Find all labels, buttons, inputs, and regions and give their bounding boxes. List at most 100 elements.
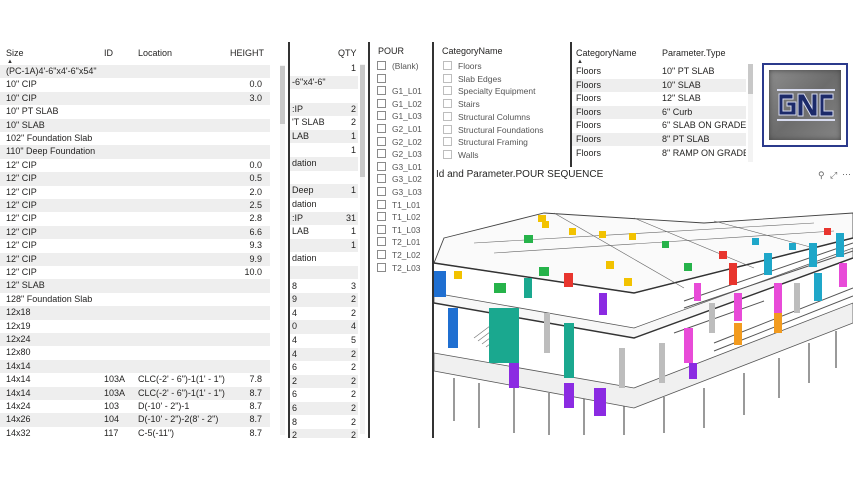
checkbox[interactable] — [377, 61, 386, 70]
checkbox[interactable] — [377, 224, 386, 234]
category-option[interactable]: Walls — [443, 149, 478, 162]
pour-option[interactable]: G2_L02 — [377, 136, 422, 149]
pour-option[interactable]: G1_L01 — [377, 85, 422, 98]
checkbox[interactable] — [443, 73, 452, 83]
table-row[interactable] — [290, 89, 358, 102]
table-row[interactable]: 14x14 — [0, 359, 270, 374]
checkbox[interactable] — [443, 99, 452, 109]
category-option[interactable]: Structural Framing — [443, 136, 528, 149]
size-table-scroll-thumb[interactable] — [280, 66, 285, 124]
table-row[interactable]: 12" SLAB — [0, 279, 270, 293]
table-row[interactable]: (PC-1A)4'-6"x4'-6"x54" — [0, 65, 270, 79]
pour-option[interactable]: T1_L01 — [377, 199, 420, 212]
table-row[interactable]: Deep 1 — [290, 184, 358, 198]
checkbox[interactable] — [377, 124, 386, 133]
checkbox[interactable] — [377, 237, 386, 247]
table-row[interactable]: 42 — [290, 347, 358, 361]
building-model[interactable] — [434, 183, 853, 438]
pour-option[interactable]: G3_L01 — [377, 161, 422, 174]
table-row[interactable]: 14x24 103 D(-10' - 2")-1 8.7 — [0, 400, 270, 413]
pour-option[interactable]: T2_L01 — [377, 236, 420, 249]
table-row[interactable]: 10" PT SLAB — [0, 105, 270, 118]
table-row[interactable]: 14x32 117 C-5(-11") 8.7 — [0, 427, 270, 438]
table-row[interactable]: 62 — [290, 361, 358, 374]
table-row[interactable]: 83 — [290, 280, 358, 293]
type-column-header[interactable]: Parameter.Type — [662, 48, 726, 58]
table-row[interactable]: 10" CIP 0.0 — [0, 78, 270, 91]
table-row[interactable] — [290, 171, 358, 184]
parameter-table-scroll-thumb[interactable] — [748, 64, 753, 94]
table-row[interactable]: 12x18 — [0, 306, 270, 320]
checkbox[interactable] — [377, 73, 386, 83]
size-column-header[interactable]: Size — [6, 48, 24, 58]
checkbox[interactable] — [443, 137, 452, 147]
pour-option[interactable]: G2_L01 — [377, 123, 422, 136]
category-option[interactable]: Structural Foundations — [443, 124, 544, 137]
model-view[interactable]: Id and Parameter.POUR SEQUENCE ⚲ ⤢ ⋯ — [434, 168, 853, 438]
pour-option[interactable]: G3_L03 — [377, 186, 422, 199]
checkbox[interactable] — [377, 149, 386, 159]
pour-option[interactable]: T1_L03 — [377, 224, 420, 237]
checkbox[interactable] — [377, 250, 386, 259]
table-row[interactable]: 12x19 — [0, 320, 270, 333]
table-row[interactable]: 1 — [290, 238, 358, 253]
table-row[interactable]: 12x24 — [0, 333, 270, 347]
table-row[interactable]: 12" CIP 0.0 — [0, 159, 270, 172]
pour-option[interactable]: G3_L02 — [377, 173, 422, 186]
qty-column-header[interactable]: QTY — [338, 48, 357, 58]
table-row[interactable]: Floors 8" PT SLAB — [572, 133, 746, 147]
pour-option[interactable]: G1_L02 — [377, 98, 422, 111]
table-row[interactable]: 12" CIP 9.9 — [0, 252, 270, 266]
table-row[interactable]: 10" SLAB — [0, 118, 270, 132]
checkbox[interactable] — [377, 174, 386, 184]
table-row[interactable]: 1 — [290, 144, 358, 157]
table-row[interactable]: 10" CIP 3.0 — [0, 91, 270, 106]
more-options-icon[interactable]: ⋯ — [842, 169, 851, 179]
table-row[interactable]: 12" CIP 0.5 — [0, 172, 270, 186]
table-row[interactable]: 'T SLAB 2 — [290, 116, 358, 129]
table-row[interactable]: 62 — [290, 388, 358, 401]
table-row[interactable]: 1 — [290, 62, 358, 75]
table-row[interactable]: 22 — [290, 374, 358, 389]
checkbox[interactable] — [443, 124, 452, 134]
pour-option[interactable] — [377, 73, 392, 86]
category-column-header[interactable]: CategoryName — [576, 48, 637, 58]
table-row[interactable]: 62 — [290, 402, 358, 416]
category-option[interactable]: Stairs — [443, 98, 480, 111]
checkbox[interactable] — [443, 86, 452, 96]
table-row[interactable]: 110" Deep Foundation — [0, 145, 270, 159]
size-table-scrollbar[interactable] — [280, 65, 285, 435]
filter-icon[interactable]: ⚲ — [818, 170, 825, 180]
height-column-header[interactable]: HEIGHT — [230, 48, 264, 58]
table-row[interactable]: 12" CIP 10.0 — [0, 266, 270, 279]
table-row[interactable]: Floors 12" SLAB — [572, 92, 746, 105]
table-row[interactable]: 22 — [290, 429, 358, 438]
checkbox[interactable] — [377, 199, 386, 209]
table-row[interactable]: 14x14 103A CLC(-2' - 6")-1(1' - 1") 7.8 — [0, 373, 270, 386]
table-row[interactable]: dation — [290, 252, 358, 265]
table-row[interactable]: 14x26 104 D(-10' - 2")-2(8' - 2") 8.7 — [0, 413, 270, 427]
pour-option[interactable]: G1_L03 — [377, 110, 422, 123]
table-row[interactable]: 42 — [290, 307, 358, 320]
table-row[interactable]: 14x14 103A CLC(-2' - 6")-1(1' - 1") 8.7 — [0, 386, 270, 400]
pour-option[interactable]: T2_L03 — [377, 262, 420, 275]
location-column-header[interactable]: Location — [138, 48, 172, 58]
table-row[interactable]: :IP 2 — [290, 102, 358, 117]
checkbox[interactable] — [377, 187, 386, 196]
table-row[interactable]: Floors 8" RAMP ON GRADE — [572, 147, 746, 160]
table-row[interactable]: 12" CIP 2.0 — [0, 186, 270, 199]
checkbox[interactable] — [443, 111, 452, 121]
table-row[interactable]: Floors 10" SLAB — [572, 78, 746, 92]
checkbox[interactable] — [377, 262, 386, 272]
table-row[interactable]: 102" Foundation Slab — [0, 132, 270, 145]
category-option[interactable]: Floors — [443, 60, 482, 73]
qty-table-scrollbar[interactable] — [360, 64, 365, 434]
parameter-table-scrollbar[interactable] — [748, 64, 753, 162]
table-row[interactable] — [290, 266, 358, 280]
table-row[interactable]: LAB 1 — [290, 225, 358, 238]
table-row[interactable]: :IP 31 — [290, 211, 358, 225]
id-column-header[interactable]: ID — [104, 48, 113, 58]
checkbox[interactable] — [377, 136, 386, 146]
table-row[interactable]: Floors 6" Curb — [572, 105, 746, 120]
table-row[interactable]: 12" CIP 6.6 — [0, 225, 270, 240]
